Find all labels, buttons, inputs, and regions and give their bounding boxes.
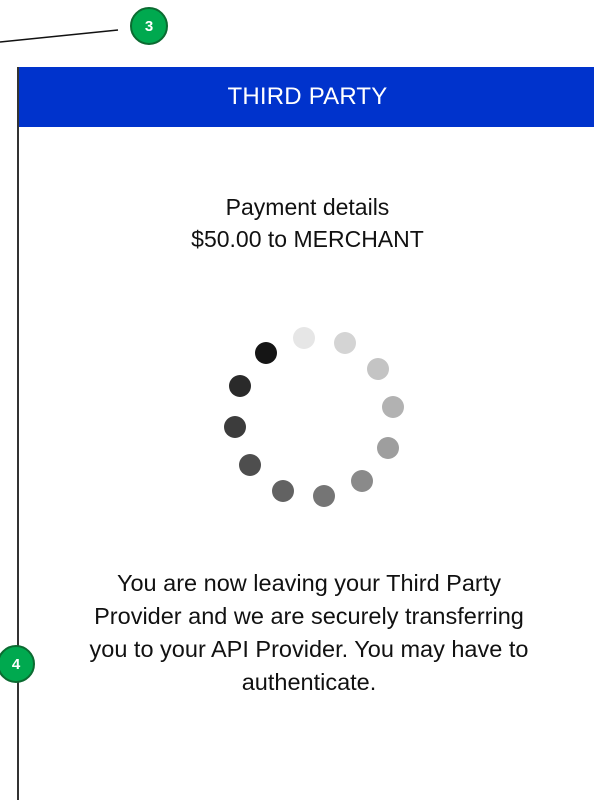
screen-canvas: 3 THIRD PARTY Payment details $50.00 to …: [0, 0, 594, 800]
spinner-dot: [382, 396, 405, 419]
header-bar: THIRD PARTY: [19, 67, 594, 127]
payment-amount: $50.00 to MERCHANT: [191, 226, 424, 252]
phone-screen: THIRD PARTY Payment details $50.00 to ME…: [17, 67, 594, 800]
loading-spinner-icon: [204, 317, 424, 517]
spinner-dot: [223, 415, 246, 438]
callout-line-3: [0, 29, 119, 43]
payment-details-label: Payment details: [225, 194, 390, 220]
header-title: THIRD PARTY: [227, 83, 388, 110]
spinner-dot: [366, 357, 389, 380]
spinner-dot: [334, 332, 357, 355]
spinner-dot: [229, 374, 252, 397]
spinner-dot: [254, 342, 277, 364]
spinner-dot: [351, 469, 373, 492]
redirect-message: You are now leaving your Third Party Pro…: [89, 570, 529, 695]
payment-details: Payment details $50.00 to MERCHANT: [19, 191, 594, 255]
spinner-dot: [293, 326, 316, 349]
spinner-dot: [271, 479, 294, 502]
spinner-dot: [312, 485, 335, 508]
spinner-dot: [376, 437, 399, 460]
spinner-dot: [239, 454, 261, 476]
annotation-badge-3: 3: [130, 7, 168, 45]
